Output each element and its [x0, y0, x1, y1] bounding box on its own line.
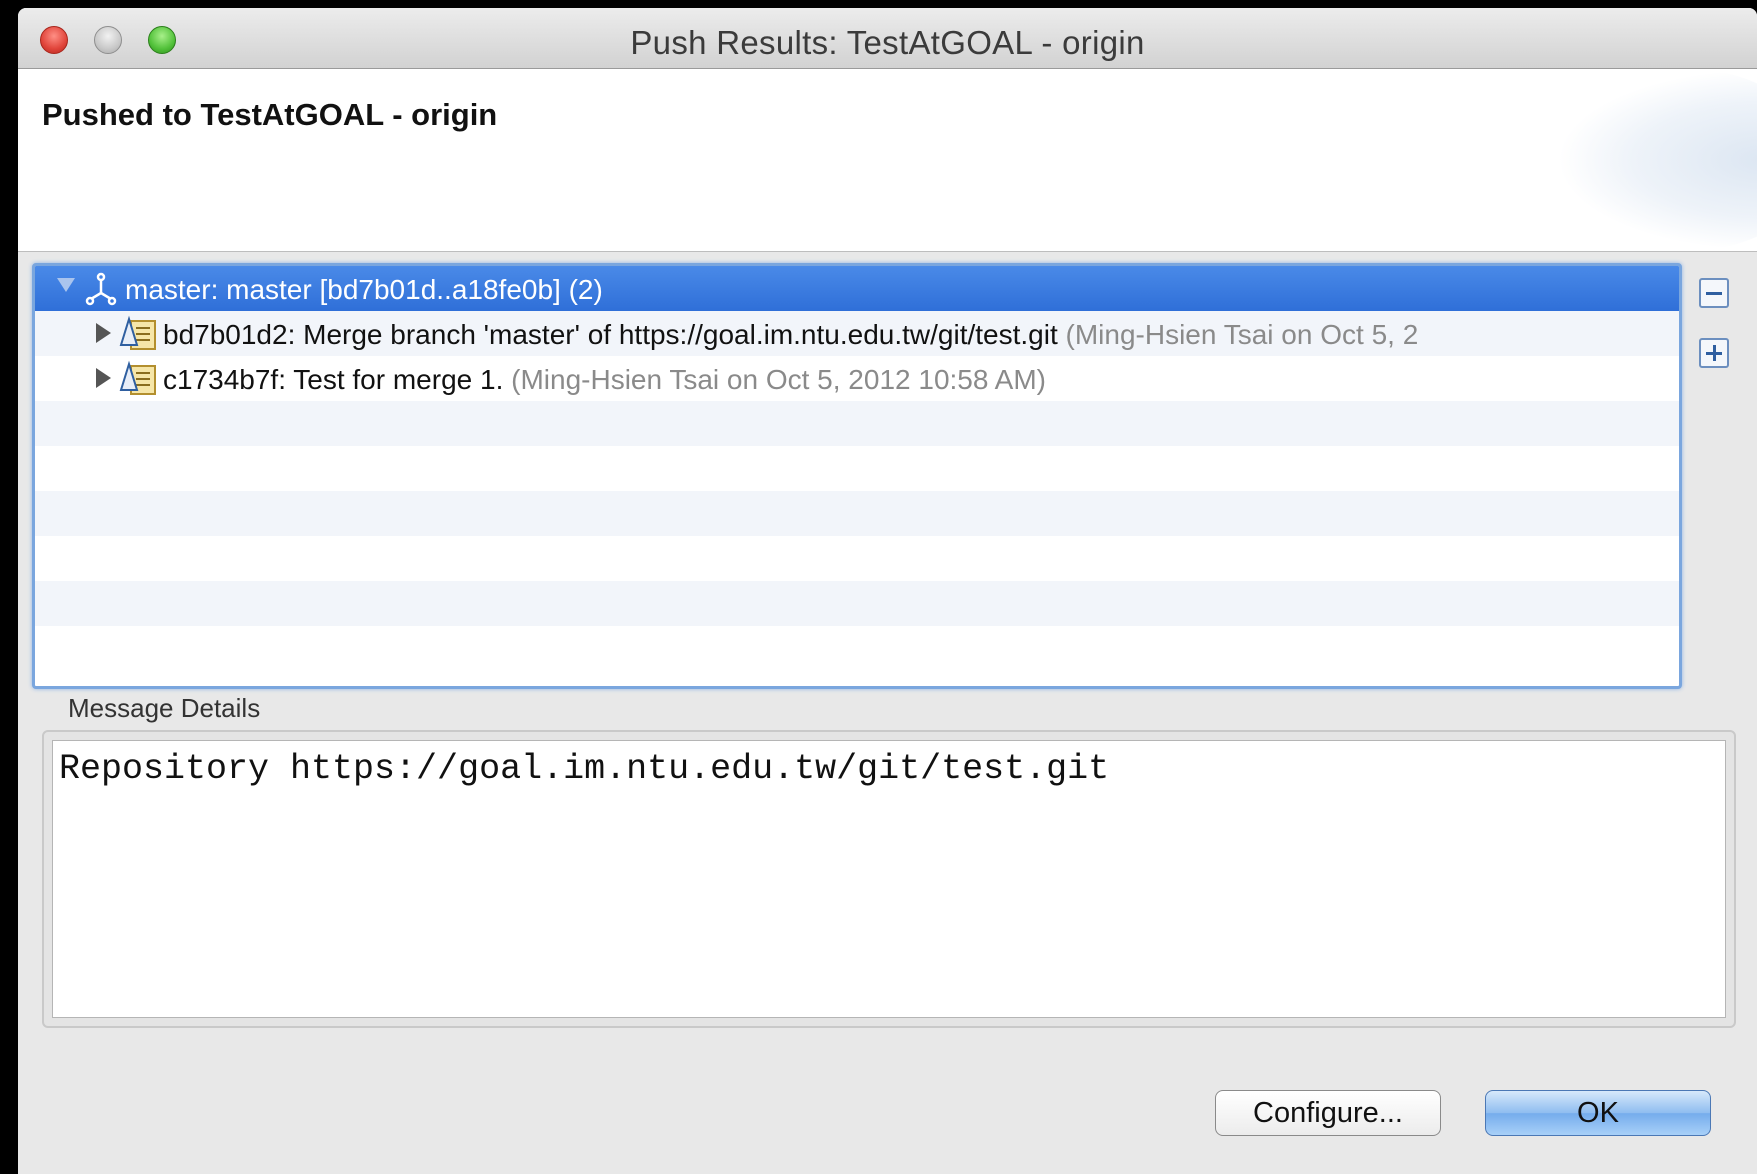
tree-row-commit[interactable]: bd7b01d2: Merge branch 'master' of https… [35, 311, 1679, 356]
expand-all-icon[interactable] [1699, 338, 1729, 368]
commit-meta: (Ming-Hsien Tsai on Oct 5, 2 [1065, 319, 1419, 350]
expand-toggle-icon[interactable] [96, 368, 111, 388]
empty-row [35, 536, 1679, 581]
dialog-header: Pushed to TestAtGOAL - origin [18, 69, 1757, 252]
window-title: Push Results: TestAtGOAL - origin [630, 24, 1145, 61]
expand-toggle-icon[interactable] [57, 278, 75, 292]
header-decoration [1557, 69, 1757, 251]
branch-row-label: master: master [bd7b01d..a18fe0b] (2) [125, 274, 603, 305]
ok-button[interactable]: OK [1485, 1090, 1711, 1136]
branch-icon [85, 272, 117, 306]
message-details-group: Repository https://goal.im.ntu.edu.tw/gi… [42, 730, 1736, 1028]
message-details-textarea[interactable]: Repository https://goal.im.ntu.edu.tw/gi… [52, 740, 1726, 1018]
push-results-tree[interactable]: master: master [bd7b01d..a18fe0b] (2) bd… [32, 263, 1682, 689]
dialog-header-title: Pushed to TestAtGOAL - origin [42, 97, 498, 132]
empty-row [35, 401, 1679, 446]
commit-label: bd7b01d2: Merge branch 'master' of https… [163, 319, 1058, 350]
tree-row-commit[interactable]: c1734b7f: Test for merge 1. (Ming-Hsien … [35, 356, 1679, 401]
push-results-window: Push Results: TestAtGOAL - origin Pushed… [18, 8, 1757, 1174]
message-details-label: Message Details [68, 693, 261, 723]
collapse-all-icon[interactable] [1699, 278, 1729, 308]
expand-toggle-icon[interactable] [96, 323, 111, 343]
commit-label: c1734b7f: Test for merge 1. [163, 364, 504, 395]
title-bar[interactable]: Push Results: TestAtGOAL - origin [18, 8, 1757, 69]
configure-button[interactable]: Configure... [1215, 1090, 1441, 1136]
empty-row [35, 491, 1679, 536]
commit-icon [119, 360, 156, 395]
tree-row-branch[interactable]: master: master [bd7b01d..a18fe0b] (2) [35, 266, 1679, 311]
commit-meta: (Ming-Hsien Tsai on Oct 5, 2012 10:58 AM… [511, 364, 1046, 395]
commit-icon [119, 315, 156, 350]
empty-row [35, 626, 1679, 671]
empty-row [35, 446, 1679, 491]
empty-row [35, 581, 1679, 626]
message-details-text: Repository https://goal.im.ntu.edu.tw/gi… [59, 749, 1110, 789]
